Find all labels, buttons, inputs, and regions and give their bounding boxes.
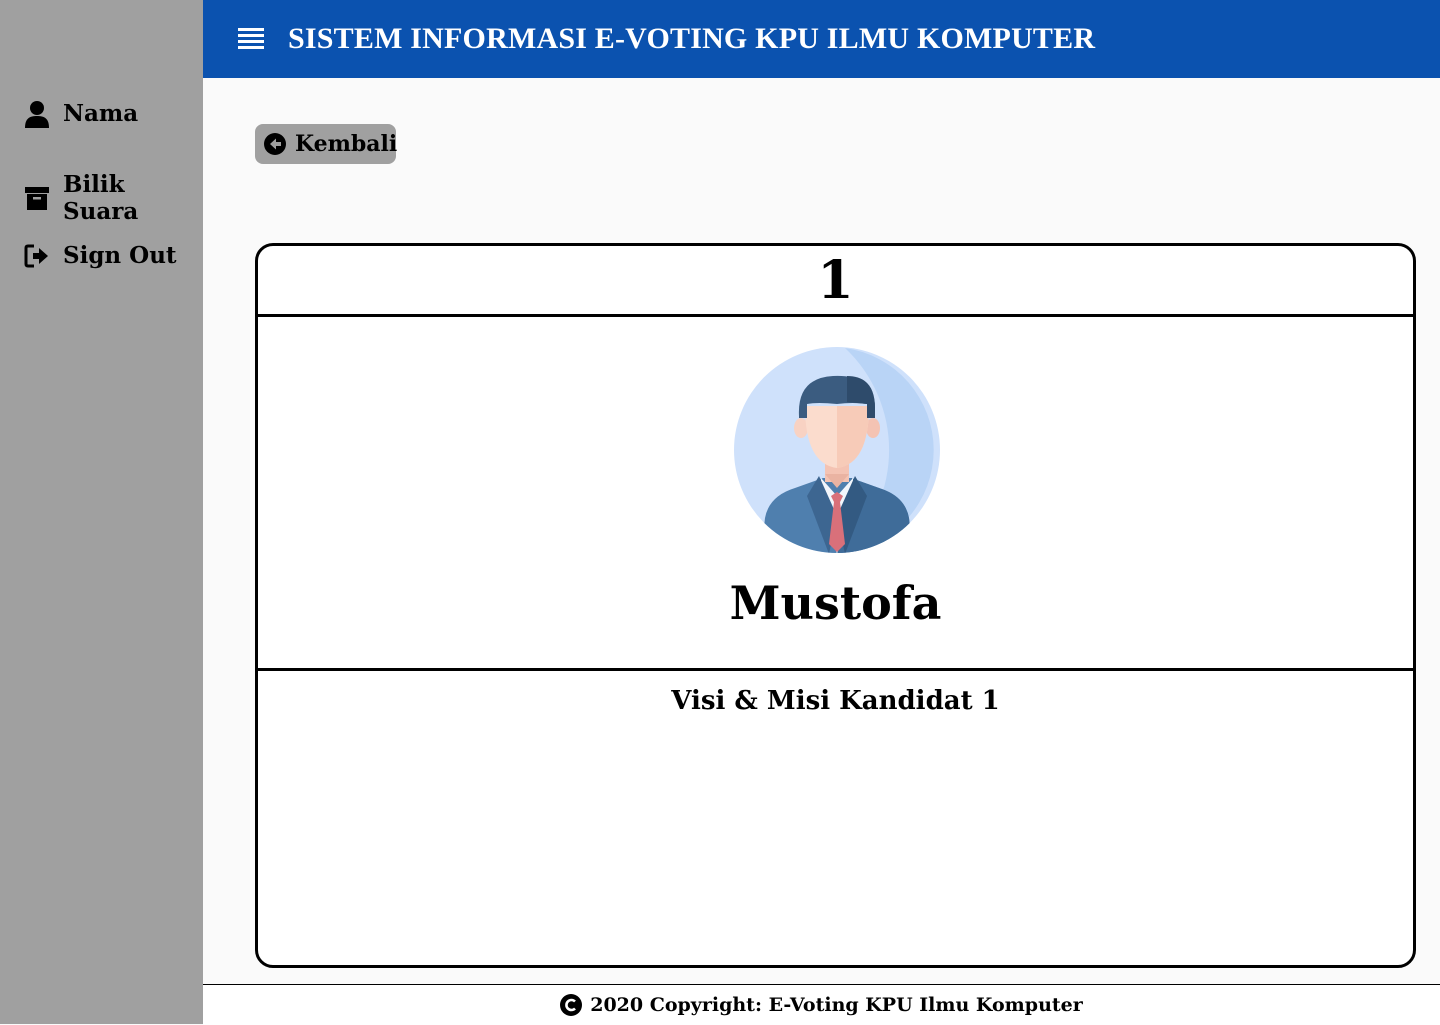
businessman-avatar-icon <box>733 346 941 554</box>
footer-copyright-text: 2020 Copyright: E-Voting KPU Ilmu Komput… <box>590 994 1083 1016</box>
sidebar-item-label: Nama <box>63 100 139 127</box>
copyright-icon <box>560 994 583 1016</box>
hamburger-menu-icon[interactable] <box>238 27 264 51</box>
candidate-card: 1 Mustofa Visi & Misi Kandidat 1 <box>255 243 1416 968</box>
archive-box-icon <box>24 185 50 211</box>
sidebar-item-nama[interactable]: Nama <box>24 100 139 128</box>
user-icon <box>24 100 50 128</box>
sign-out-icon <box>24 243 50 269</box>
footer: 2020 Copyright: E-Voting KPU Ilmu Komput… <box>203 984 1440 1025</box>
top-header: SISTEM INFORMASI E-VOTING KPU ILMU KOMPU… <box>203 0 1440 78</box>
card-divider <box>258 668 1413 671</box>
sidebar: Nama Bilik Suara Sign Out <box>0 0 203 1024</box>
vision-mission-title: Visi & Misi Kandidat 1 <box>671 686 1000 716</box>
candidate-number: 1 <box>258 246 1413 317</box>
app-title: SISTEM INFORMASI E-VOTING KPU ILMU KOMPU… <box>288 22 1096 55</box>
back-button-label: Kembali <box>295 131 398 157</box>
sidebar-item-label: Bilik Suara <box>63 171 139 225</box>
candidate-name: Mustofa <box>729 576 942 630</box>
sidebar-item-bilik-suara[interactable]: Bilik Suara <box>24 171 203 225</box>
arrow-circle-left-icon <box>264 133 286 155</box>
sidebar-item-label: Sign Out <box>63 242 177 269</box>
sidebar-item-sign-out[interactable]: Sign Out <box>24 242 177 269</box>
back-button[interactable]: Kembali <box>255 124 398 164</box>
